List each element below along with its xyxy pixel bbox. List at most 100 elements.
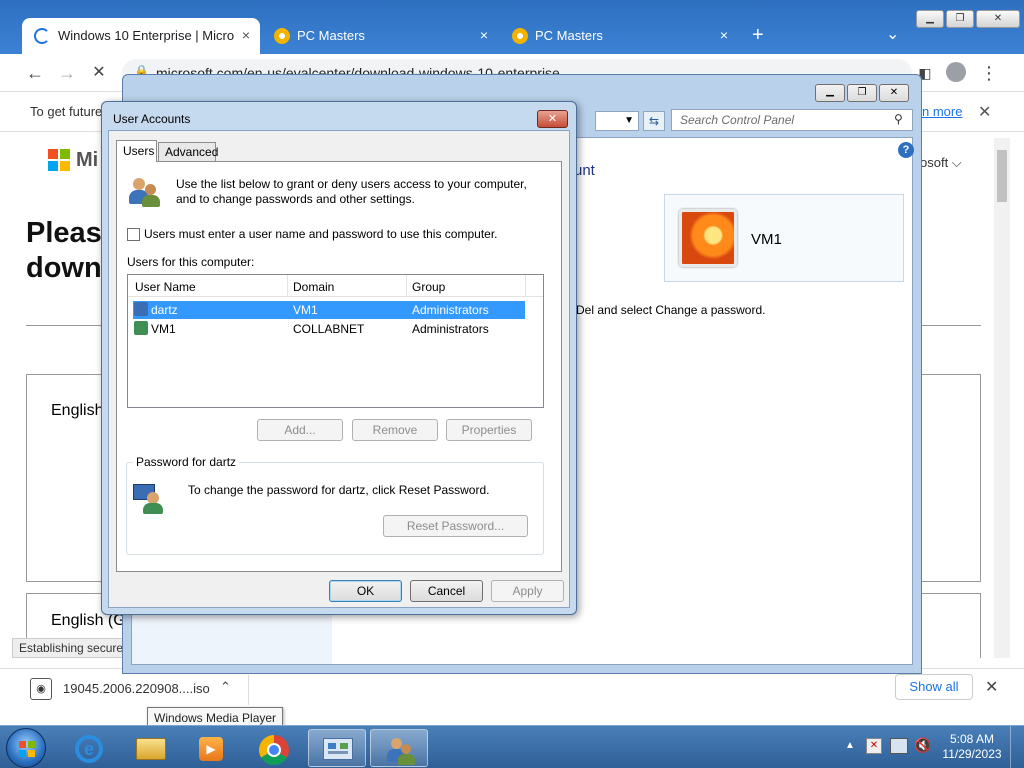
disc-image-file-icon: ◉ — [30, 678, 52, 700]
maximize-button[interactable]: ❐ — [946, 10, 974, 28]
change-password-hint: Del and select Change a password. — [576, 303, 766, 317]
close-tab-icon[interactable]: × — [242, 27, 250, 43]
search-placeholder: Search Control Panel — [680, 113, 795, 127]
password-group-label: Password for dartz — [133, 455, 240, 469]
domain-cell: COLLABNET — [293, 322, 365, 336]
clock-date: 11/29/2023 — [942, 747, 1002, 761]
show-desktop-button[interactable] — [1010, 726, 1024, 768]
users-list-label: Users for this computer: — [127, 255, 255, 269]
column-user-name[interactable]: User Name — [135, 280, 196, 294]
reset-password-button[interactable]: Reset Password... — [383, 515, 528, 537]
pc-masters-favicon-icon — [512, 28, 528, 44]
user-icon — [134, 302, 148, 316]
tab-strip: Windows 10 Enterprise | Microso × PC Mas… — [0, 0, 1024, 54]
profile-avatar[interactable] — [946, 62, 966, 82]
control-panel-taskbar-button[interactable] — [308, 729, 366, 767]
breadcrumb-dropdown[interactable]: ▼ — [595, 111, 639, 131]
add-button[interactable]: Add... — [257, 419, 343, 441]
properties-button[interactable]: Properties — [446, 419, 532, 441]
internet-explorer-taskbar-button[interactable]: e — [60, 729, 118, 767]
minimize-button[interactable]: ▁ — [815, 84, 845, 102]
table-row[interactable]: VM1 COLLABNET Administrators — [133, 320, 525, 338]
clock-time: 5:08 AM — [949, 732, 995, 746]
group-cell: Administrators — [412, 322, 489, 336]
column-domain[interactable]: Domain — [293, 280, 334, 294]
tab-label: PC Masters — [297, 28, 365, 43]
user-password-icon — [133, 482, 165, 514]
scroll-thumb[interactable] — [997, 150, 1007, 202]
domain-cell: VM1 — [293, 303, 318, 317]
table-row[interactable]: dartz VM1 Administrators — [133, 301, 525, 319]
loading-spinner-icon — [34, 28, 50, 44]
checkbox-label: Users must enter a user name and passwor… — [144, 227, 498, 241]
back-icon[interactable]: ← — [24, 62, 46, 84]
tab-label: Windows 10 Enterprise | Microso — [58, 28, 234, 43]
language-label: English — [51, 402, 104, 419]
minimize-button[interactable]: ▁ — [916, 10, 944, 28]
refresh-icon[interactable]: ⇆ — [643, 111, 665, 131]
learn-more-link[interactable]: n more — [922, 104, 962, 119]
download-filename[interactable]: 19045.2006.220908....iso — [63, 681, 210, 696]
user-picture — [679, 209, 737, 267]
require-password-checkbox[interactable] — [127, 228, 140, 241]
divider — [406, 275, 407, 297]
close-tab-icon[interactable]: × — [480, 27, 488, 43]
close-infobar-icon[interactable]: ✕ — [978, 102, 991, 122]
forward-icon[interactable]: → — [56, 62, 78, 84]
chrome-icon — [259, 735, 289, 765]
search-control-panel-input[interactable]: Search Control Panel ⚲ — [671, 109, 913, 131]
network-icon[interactable] — [890, 738, 908, 754]
media-player-taskbar-button[interactable]: ▶ — [183, 729, 241, 767]
password-groupbox — [126, 462, 544, 555]
group-cell: Administrators — [412, 303, 489, 317]
tab-label: Users — [123, 144, 155, 158]
tab-advanced[interactable]: Advanced — [158, 142, 218, 161]
status-bubble: Establishing secure — [12, 638, 131, 658]
menu-icon[interactable]: ⋮ — [978, 62, 1000, 84]
restore-button[interactable]: ❐ — [847, 84, 877, 102]
search-icon: ⚲ — [894, 112, 903, 126]
cancel-button[interactable]: Cancel — [410, 580, 483, 602]
users-icon — [387, 736, 415, 766]
divider — [287, 275, 288, 297]
password-instruction: To change the password for dartz, click … — [188, 483, 490, 497]
action-center-icon[interactable]: ✕ — [866, 738, 882, 754]
show-hidden-icons[interactable]: ▲ — [845, 740, 855, 751]
file-explorer-taskbar-button[interactable] — [122, 729, 180, 767]
volume-muted-icon[interactable]: 🔇 — [914, 737, 931, 754]
user-accounts-taskbar-button[interactable] — [370, 729, 428, 767]
tab-pc-masters-2[interactable]: PC Masters × — [500, 18, 738, 54]
chevron-up-icon[interactable]: ⌃ — [220, 679, 231, 695]
apply-button[interactable]: Apply — [491, 580, 564, 602]
remove-button[interactable]: Remove — [352, 419, 438, 441]
microsoft-wordmark: Mi — [76, 149, 99, 171]
start-button[interactable] — [6, 728, 46, 768]
users-list[interactable]: User Name Domain Group dartz VM1 Adminis… — [127, 274, 544, 408]
show-all-button[interactable]: Show all — [895, 674, 973, 700]
ok-button[interactable]: OK — [329, 580, 402, 602]
close-button[interactable]: ✕ — [879, 84, 909, 102]
close-tab-icon[interactable]: × — [720, 27, 728, 43]
info-text: To get future — [30, 104, 103, 119]
column-group[interactable]: Group — [412, 280, 445, 294]
help-icon[interactable]: ? — [898, 142, 914, 158]
control-panel-icon — [323, 738, 353, 760]
tab-windows-10[interactable]: Windows 10 Enterprise | Microso × — [22, 18, 260, 54]
account-menu[interactable]: osoft ⌵ — [920, 155, 962, 171]
cp-window-controls: ▁ ❐ ✕ — [815, 84, 909, 102]
dialog-close-button[interactable]: ✕ — [537, 110, 568, 128]
page-scrollbar[interactable] — [994, 138, 1010, 658]
close-download-bar-icon[interactable]: ✕ — [985, 677, 998, 697]
new-tab-button[interactable]: + — [752, 24, 764, 47]
tab-pc-masters-1[interactable]: PC Masters × — [262, 18, 498, 54]
tab-search-icon[interactable]: ⌄ — [886, 24, 899, 44]
dialog-title: User Accounts — [113, 112, 191, 126]
stop-loading-icon[interactable]: ✕ — [88, 62, 110, 84]
user-accounts-dialog: User Accounts ✕ Users Advanced Use the l… — [101, 101, 577, 615]
clock[interactable]: 5:08 AM 11/29/2023 — [940, 732, 1004, 762]
cp-title-partial: unt — [574, 162, 595, 179]
tab-users[interactable]: Users — [116, 140, 157, 162]
chrome-taskbar-button[interactable] — [245, 729, 303, 767]
close-window-button[interactable]: ✕ — [976, 10, 1020, 28]
divider — [248, 675, 249, 705]
